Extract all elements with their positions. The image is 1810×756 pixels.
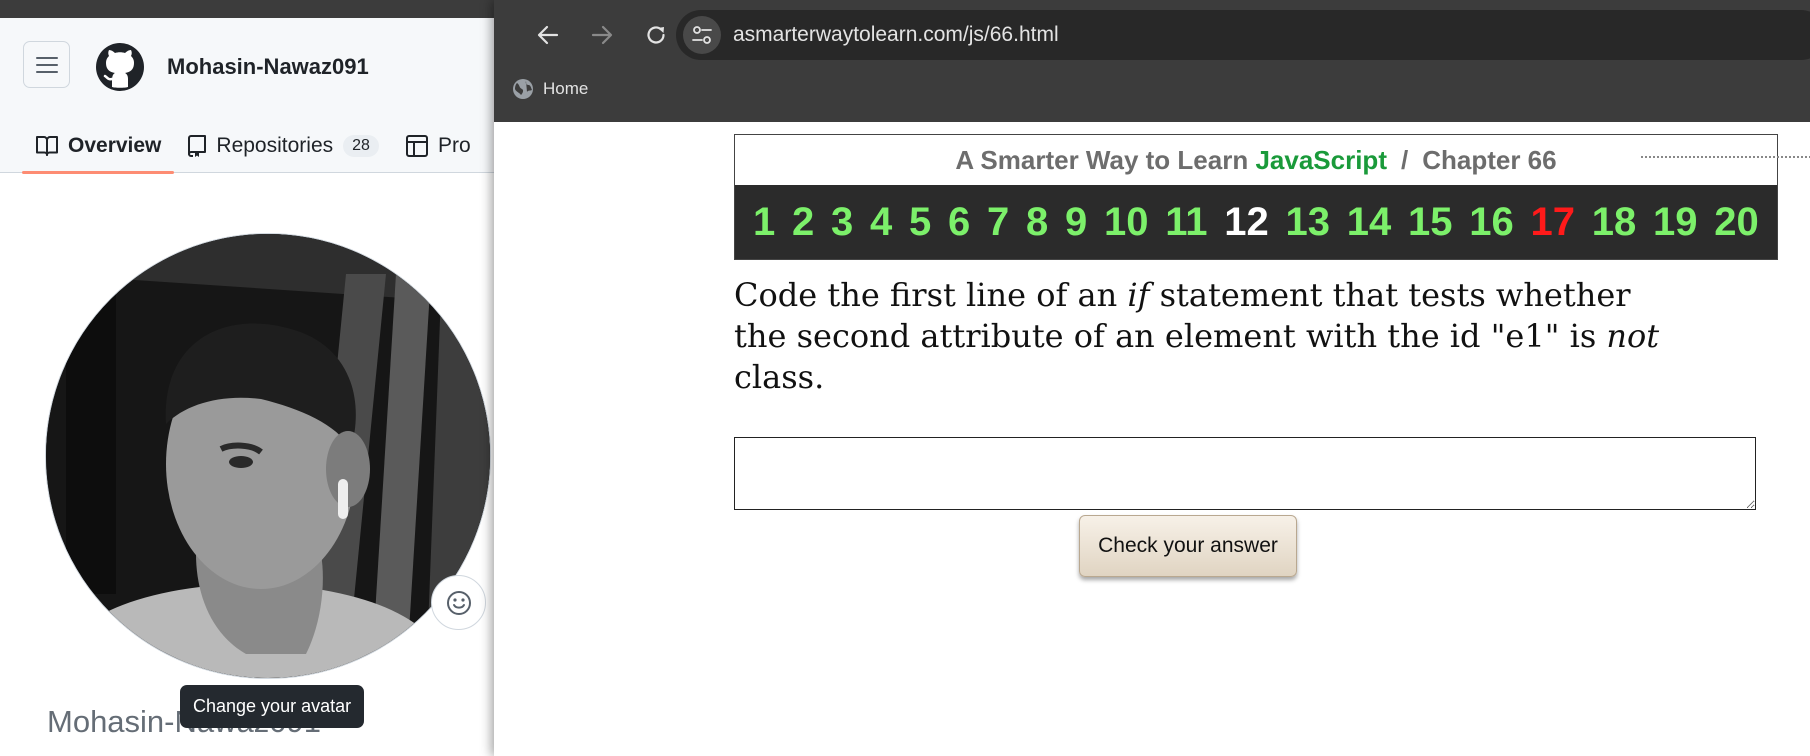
avatar-photo <box>46 234 490 678</box>
chapter-link-19[interactable]: 19 <box>1653 185 1698 259</box>
chapter-link-10[interactable]: 10 <box>1104 185 1149 259</box>
chapter-link-18[interactable]: 18 <box>1592 185 1637 259</box>
banner-dotted-line <box>1641 156 1810 158</box>
banner-title-prefix: A Smarter Way to Learn <box>955 144 1249 175</box>
chapter-link-7[interactable]: 7 <box>987 185 1009 259</box>
question-emphasis: if <box>1127 276 1150 314</box>
exercise-question: Code the first line of an if statement t… <box>734 275 1659 398</box>
site-info-button[interactable] <box>683 16 721 54</box>
question-text: statement that tests whether <box>1149 276 1631 314</box>
back-button[interactable] <box>527 14 569 56</box>
table-icon <box>405 134 428 157</box>
question-text: the second attribute of an element with … <box>734 317 1607 355</box>
chapter-link-11[interactable]: 11 <box>1165 185 1207 259</box>
chapter-link-4[interactable]: 4 <box>870 185 892 259</box>
url-text[interactable]: asmarterwaytolearn.com/js/66.html <box>733 23 1059 47</box>
answer-input[interactable] <box>734 437 1756 510</box>
book-icon <box>36 135 58 156</box>
browser-toolbar: asmarterwaytolearn.com/js/66.html Home <box>494 0 1810 122</box>
banner-title-separator: / <box>1400 144 1409 175</box>
banner-title-chapter: Chapter 66 <box>1422 144 1557 175</box>
chapter-link-14[interactable]: 14 <box>1347 185 1392 259</box>
bookmarks-bar: Home <box>512 72 588 106</box>
chapter-link-2[interactable]: 2 <box>792 185 814 259</box>
tab-repositories[interactable]: Repositories 28 <box>174 118 392 173</box>
arrow-left-icon <box>537 25 559 45</box>
question-emphasis: not <box>1606 317 1660 355</box>
repositories-count-badge: 28 <box>343 134 379 157</box>
chapter-link-16[interactable]: 16 <box>1469 185 1514 259</box>
chapter-link-1[interactable]: 1 <box>753 185 775 259</box>
chapter-link-12[interactable]: 12 <box>1224 185 1269 259</box>
tab-projects[interactable]: Pro <box>392 118 484 173</box>
banner-title-javascript: JavaScript <box>1255 144 1387 175</box>
tab-projects-label: Pro <box>437 133 471 157</box>
profile-avatar[interactable] <box>45 233 491 679</box>
avatar-tooltip: Change your avatar <box>180 685 365 728</box>
web-page: A Smarter Way to Learn JavaScript / Chap… <box>494 122 1810 756</box>
chapter-link-17[interactable]: 17 <box>1531 185 1576 259</box>
chapter-link-8[interactable]: 8 <box>1026 185 1048 259</box>
address-bar[interactable]: asmarterwaytolearn.com/js/66.html <box>676 10 1810 60</box>
navigation-row: asmarterwaytolearn.com/js/66.html <box>494 10 1810 60</box>
hamburger-menu-button[interactable] <box>23 41 70 88</box>
forward-button[interactable] <box>581 14 623 56</box>
arrow-right-icon <box>591 25 613 45</box>
github-logo-icon[interactable] <box>96 43 144 91</box>
question-line-2: the second attribute of an element with … <box>734 316 1659 357</box>
globe-icon <box>513 79 533 99</box>
chapter-number-strip: 1 2 3 4 5 6 7 8 9 10 11 12 13 14 15 16 17 18 19 20 <box>735 185 1777 259</box>
tune-icon <box>692 26 712 44</box>
profile-tabs: Overview Repositories 28 Pro <box>22 118 484 174</box>
chapter-link-13[interactable]: 13 <box>1286 185 1331 259</box>
reload-icon <box>647 26 665 44</box>
browser-window: asmarterwaytolearn.com/js/66.html Home A… <box>494 0 1810 756</box>
chapter-link-6[interactable]: 6 <box>948 185 970 259</box>
bookmark-home[interactable]: Home <box>512 78 588 100</box>
chapter-link-3[interactable]: 3 <box>831 185 853 259</box>
question-line-1: Code the first line of an if statement t… <box>734 275 1634 316</box>
set-status-button[interactable] <box>431 575 486 630</box>
chapter-banner: A Smarter Way to Learn JavaScript / Chap… <box>734 134 1810 260</box>
chapter-link-5[interactable]: 5 <box>909 185 931 259</box>
question-text: Code the first line of an <box>734 276 1128 314</box>
banner-title: A Smarter Way to Learn JavaScript / Chap… <box>735 135 1777 185</box>
bookmark-home-label: Home <box>543 79 589 98</box>
hamburger-icon <box>35 56 58 73</box>
tab-overview[interactable]: Overview <box>22 118 175 174</box>
tab-repositories-label: Repositories <box>216 133 334 157</box>
check-answer-button[interactable]: Check your answer <box>1079 515 1297 577</box>
tab-overview-label: Overview <box>68 133 162 157</box>
profile-username[interactable]: Mohasin-Nawaz091 <box>167 54 369 80</box>
chapter-link-15[interactable]: 15 <box>1408 185 1453 259</box>
chapter-link-20[interactable]: 20 <box>1714 185 1759 259</box>
chapter-link-9[interactable]: 9 <box>1065 185 1087 259</box>
question-line-3: class. <box>734 358 825 396</box>
smiley-icon <box>446 590 471 615</box>
repo-icon <box>188 134 207 157</box>
reload-button[interactable] <box>635 14 677 56</box>
